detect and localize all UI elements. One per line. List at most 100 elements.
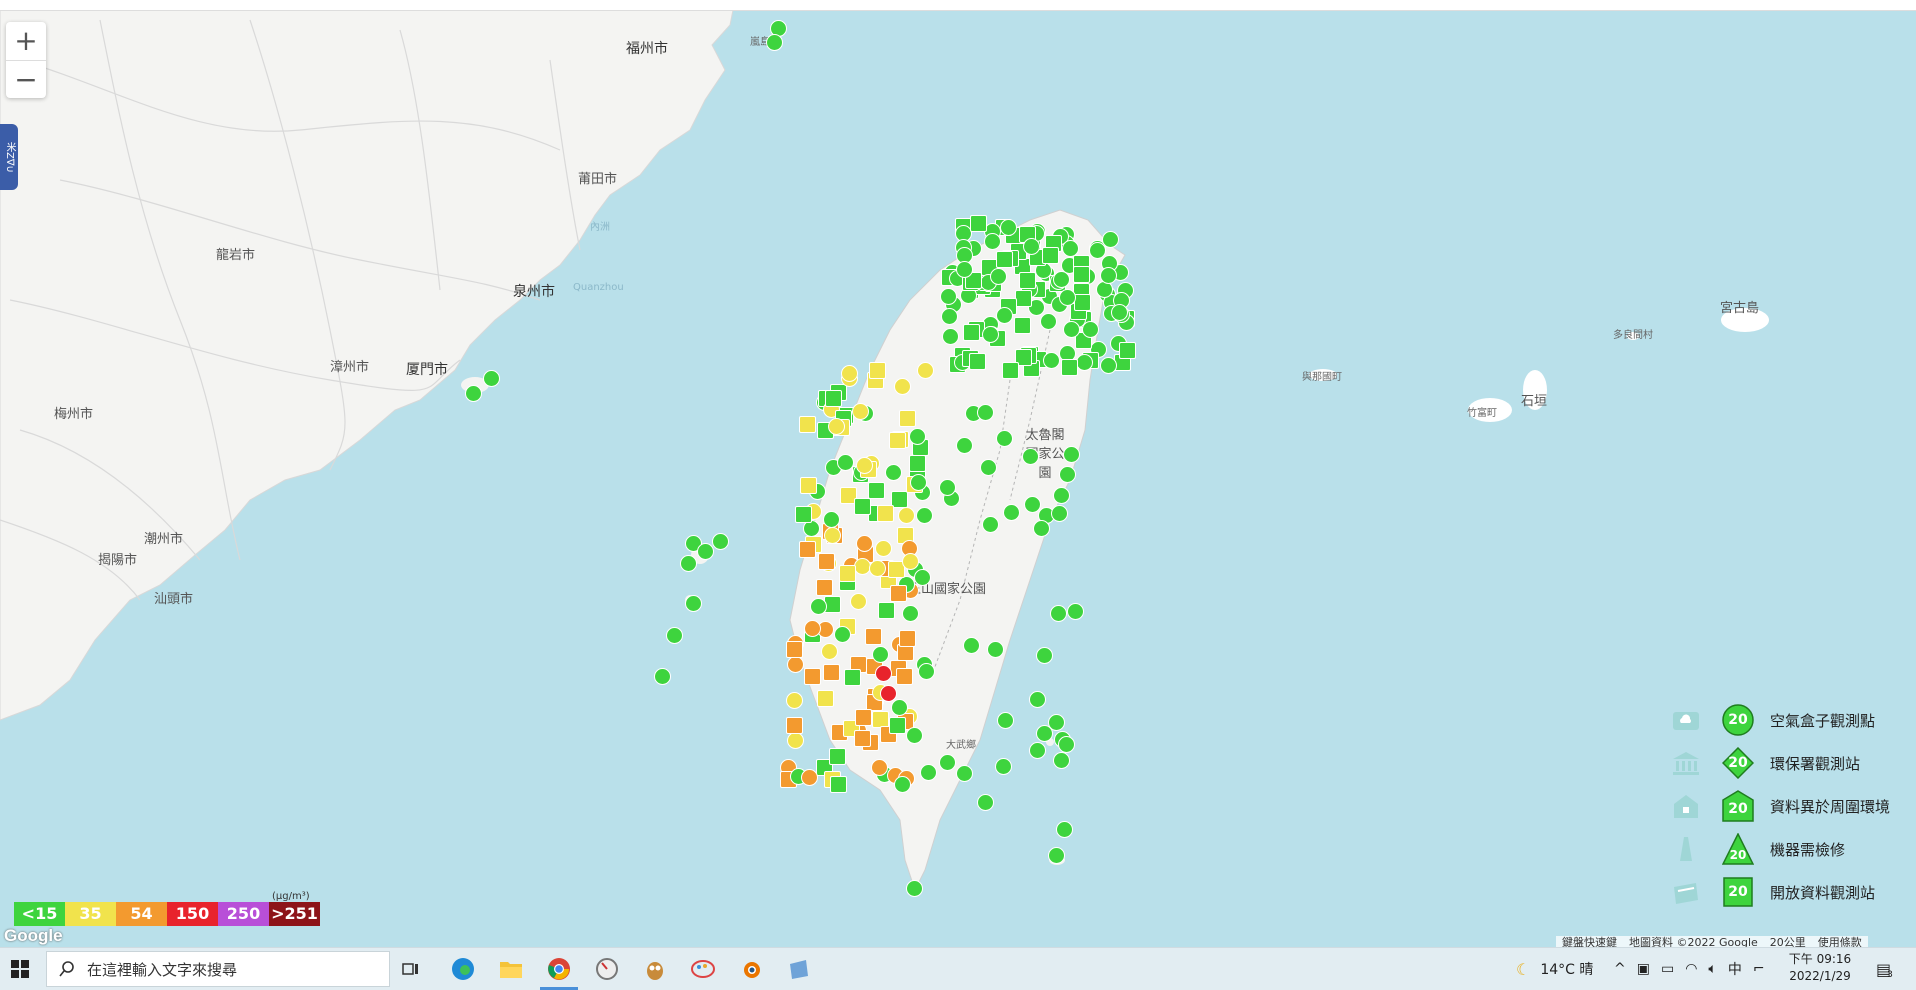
sensor-marker[interactable] <box>1059 466 1077 484</box>
sensor-marker[interactable] <box>654 668 671 685</box>
sensor-marker[interactable] <box>1035 646 1053 664</box>
sensor-marker[interactable] <box>834 626 852 644</box>
sensor-marker[interactable] <box>1058 735 1076 753</box>
sensor-marker[interactable] <box>1021 447 1039 465</box>
sensor-marker[interactable] <box>810 597 828 615</box>
sensor-marker[interactable] <box>877 505 895 523</box>
sensor-marker[interactable] <box>1019 271 1037 289</box>
sensor-marker[interactable] <box>1053 270 1071 288</box>
sensor-marker[interactable] <box>875 540 893 558</box>
sensor-marker[interactable] <box>712 533 729 550</box>
sensor-marker[interactable] <box>909 474 927 492</box>
sensor-marker[interactable] <box>1075 353 1093 371</box>
sensor-marker[interactable] <box>940 288 958 306</box>
weather-widget[interactable]: ☾ 14°C 晴 <box>1516 948 1593 990</box>
side-panel-tab[interactable]: 米Z∇∪ <box>0 124 18 190</box>
sensor-marker[interactable] <box>955 260 973 278</box>
sensor-marker[interactable] <box>872 710 890 728</box>
sensor-marker[interactable] <box>817 552 835 570</box>
sensor-marker[interactable] <box>888 717 906 735</box>
sensor-marker[interactable] <box>829 748 846 766</box>
sensor-marker[interactable] <box>822 511 840 529</box>
sensor-marker[interactable] <box>997 711 1015 729</box>
sensor-marker[interactable] <box>465 385 482 402</box>
sensor-marker[interactable] <box>962 636 980 654</box>
sensor-marker[interactable] <box>870 759 888 777</box>
volume-icon[interactable]: 🔈︎ <box>1708 961 1716 977</box>
sensor-marker[interactable] <box>1014 317 1032 335</box>
sensor-marker[interactable] <box>962 324 980 342</box>
sensor-marker[interactable] <box>821 643 839 661</box>
sensor-marker[interactable] <box>1063 446 1081 464</box>
sensor-marker[interactable] <box>1095 281 1113 299</box>
notification-button[interactable]: ▤ 3 <box>1876 948 1893 990</box>
sensor-marker[interactable] <box>889 585 907 603</box>
sensor-marker[interactable] <box>854 497 872 515</box>
sensor-marker[interactable] <box>989 267 1007 285</box>
sensor-marker[interactable] <box>914 568 932 586</box>
sensor-marker[interactable] <box>1073 294 1091 312</box>
sensor-marker[interactable] <box>970 215 988 233</box>
ime-mode-icon[interactable]: ⌐ <box>1753 961 1765 977</box>
sensor-marker[interactable] <box>786 655 804 673</box>
sensor-marker[interactable] <box>1119 342 1137 360</box>
sensor-marker[interactable] <box>785 716 803 734</box>
sensor-marker[interactable] <box>1062 321 1080 339</box>
sensor-marker[interactable] <box>1099 357 1117 375</box>
sensor-marker[interactable] <box>1061 240 1079 258</box>
sensor-marker[interactable] <box>1055 821 1073 839</box>
sensor-marker[interactable] <box>766 34 783 51</box>
sensor-marker[interactable] <box>941 328 959 346</box>
taskbar-search[interactable]: 在這裡輸入文字來搜尋 <box>46 951 390 987</box>
sensor-marker[interactable] <box>1029 690 1047 708</box>
sensor-marker[interactable] <box>902 604 920 622</box>
map[interactable]: 福州市 莆田市 泉州市 厦門市 漳州市 龍岩市 梅州市 潮州市 揭陽市 汕頭市 … <box>0 0 1916 946</box>
sensor-marker[interactable] <box>1048 713 1066 731</box>
paint-app[interactable] <box>680 948 726 990</box>
sensor-marker[interactable] <box>898 507 916 524</box>
clock-app[interactable] <box>584 948 630 990</box>
sensor-marker[interactable] <box>1058 288 1076 306</box>
file-explorer-app[interactable] <box>488 948 534 990</box>
sensor-marker[interactable] <box>803 667 821 685</box>
sensor-marker[interactable] <box>940 307 958 325</box>
sensor-marker[interactable] <box>917 663 935 681</box>
ime-indicator[interactable]: 中 <box>1728 959 1742 979</box>
sensor-marker[interactable] <box>868 481 886 499</box>
sensor-marker[interactable] <box>878 601 896 619</box>
sensor-marker[interactable] <box>915 506 933 524</box>
sensor-marker[interactable] <box>995 429 1013 447</box>
notes-app[interactable] <box>776 948 822 990</box>
sensor-marker[interactable] <box>798 416 816 434</box>
sensor-marker[interactable] <box>1110 304 1128 322</box>
sensor-marker[interactable] <box>840 364 858 382</box>
sensor-marker[interactable] <box>981 325 999 343</box>
sensor-marker[interactable] <box>955 765 973 783</box>
sensor-marker[interactable] <box>909 427 926 445</box>
blender-app[interactable] <box>728 948 774 990</box>
sensor-marker[interactable] <box>1053 486 1071 504</box>
sensor-marker[interactable] <box>986 641 1004 659</box>
clock[interactable]: 下午 09:16 2022/1/29 <box>1778 951 1862 985</box>
sensor-marker[interactable] <box>994 758 1012 776</box>
sensor-marker[interactable] <box>799 540 817 558</box>
sensor-marker[interactable] <box>1060 359 1078 377</box>
sensor-marker[interactable] <box>898 410 916 428</box>
meet-icon[interactable]: ▣ <box>1637 961 1650 977</box>
sensor-marker[interactable] <box>1099 266 1117 284</box>
sensor-marker[interactable] <box>854 708 872 726</box>
sensor-marker[interactable] <box>786 641 804 659</box>
sensor-marker[interactable] <box>1048 847 1065 864</box>
sensor-marker[interactable] <box>869 362 887 380</box>
sensor-marker[interactable] <box>800 769 818 787</box>
sensor-marker[interactable] <box>815 579 833 596</box>
sensor-marker[interactable] <box>893 378 911 396</box>
sensor-marker[interactable] <box>697 543 714 560</box>
sensor-marker[interactable] <box>786 692 804 710</box>
sensor-marker[interactable] <box>816 690 834 708</box>
sensor-marker[interactable] <box>865 627 883 645</box>
sensor-marker[interactable] <box>854 729 872 747</box>
sensor-marker[interactable] <box>1072 265 1090 283</box>
sensor-marker[interactable] <box>799 477 817 495</box>
sensor-marker[interactable] <box>1003 504 1021 522</box>
